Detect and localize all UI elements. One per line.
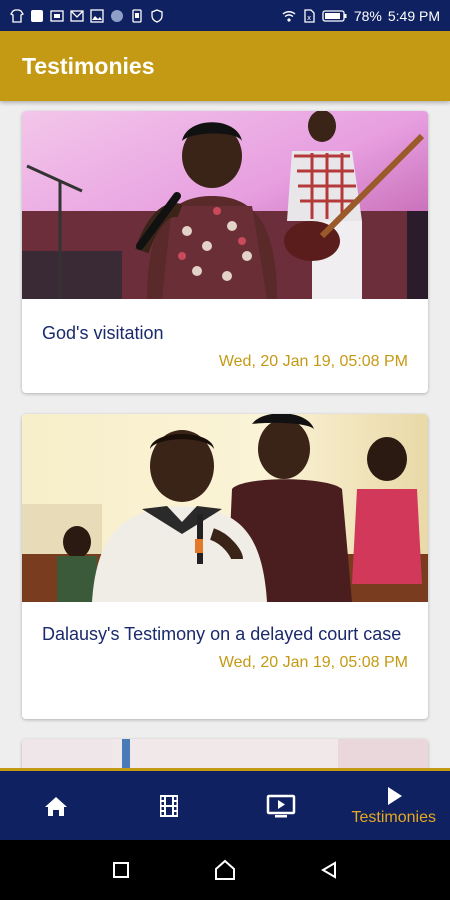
woman-singing-with-microphone-photo [22,111,428,299]
man-testifying-with-microphone-photo [22,414,428,602]
page-title: Testimonies [22,52,155,79]
play-icon [387,786,402,805]
image-icon [90,8,104,23]
battery-percent: 78% [353,7,382,24]
phone-icon [132,8,142,23]
recents-icon[interactable] [111,860,131,880]
back-icon[interactable] [319,860,339,880]
tv-play-icon [267,794,296,817]
card-title[interactable]: God's visitation [22,321,428,345]
card-title[interactable]: Dalausy's Testimony on a delayed court c… [22,622,428,646]
testimony-card[interactable]: Dalausy's Testimony on a delayed court c… [22,414,428,719]
card-date: Wed, 20 Jan 19, 05:08 PM [218,353,408,370]
circle-icon [111,9,123,22]
status-bar: x 78% 5:49 PM [0,0,450,31]
card-date: Wed, 20 Jan 19, 05:08 PM [218,654,408,671]
film-icon [159,794,178,817]
testimony-list[interactable]: God's visitation Wed, 20 Jan 19, 05:08 P… [0,101,450,768]
shirt-icon [10,8,24,23]
testimony-photo [22,739,428,768]
nav-item-home[interactable] [0,771,113,840]
sim-icon: x [304,8,315,23]
nav-item-live-tv[interactable] [225,771,338,840]
shield-icon [151,8,163,23]
screenshot-icon [50,9,64,22]
square-icon [31,9,43,22]
app-bar: Testimonies [0,31,450,101]
system-indicators: x 78% 5:49 PM [282,8,440,24]
nav-item-testimonies[interactable]: Testimonies [338,771,450,840]
nav-item-videos[interactable] [113,771,226,840]
wifi-icon [282,10,296,22]
testimony-card[interactable]: God's visitation Wed, 20 Jan 19, 05:08 P… [22,111,428,393]
mail-icon [70,9,84,22]
nav-label-testimonies: Testimonies [351,808,436,826]
system-navigation-bar [0,840,450,900]
testimony-card[interactable] [22,739,428,768]
home-circle-icon[interactable] [214,859,236,881]
clock: 5:49 PM [387,7,440,24]
svg-text:x: x [307,14,311,22]
notification-icons [10,8,164,23]
bottom-navigation: Testimonies [0,768,450,840]
home-icon [45,796,68,816]
battery-icon [322,9,347,22]
